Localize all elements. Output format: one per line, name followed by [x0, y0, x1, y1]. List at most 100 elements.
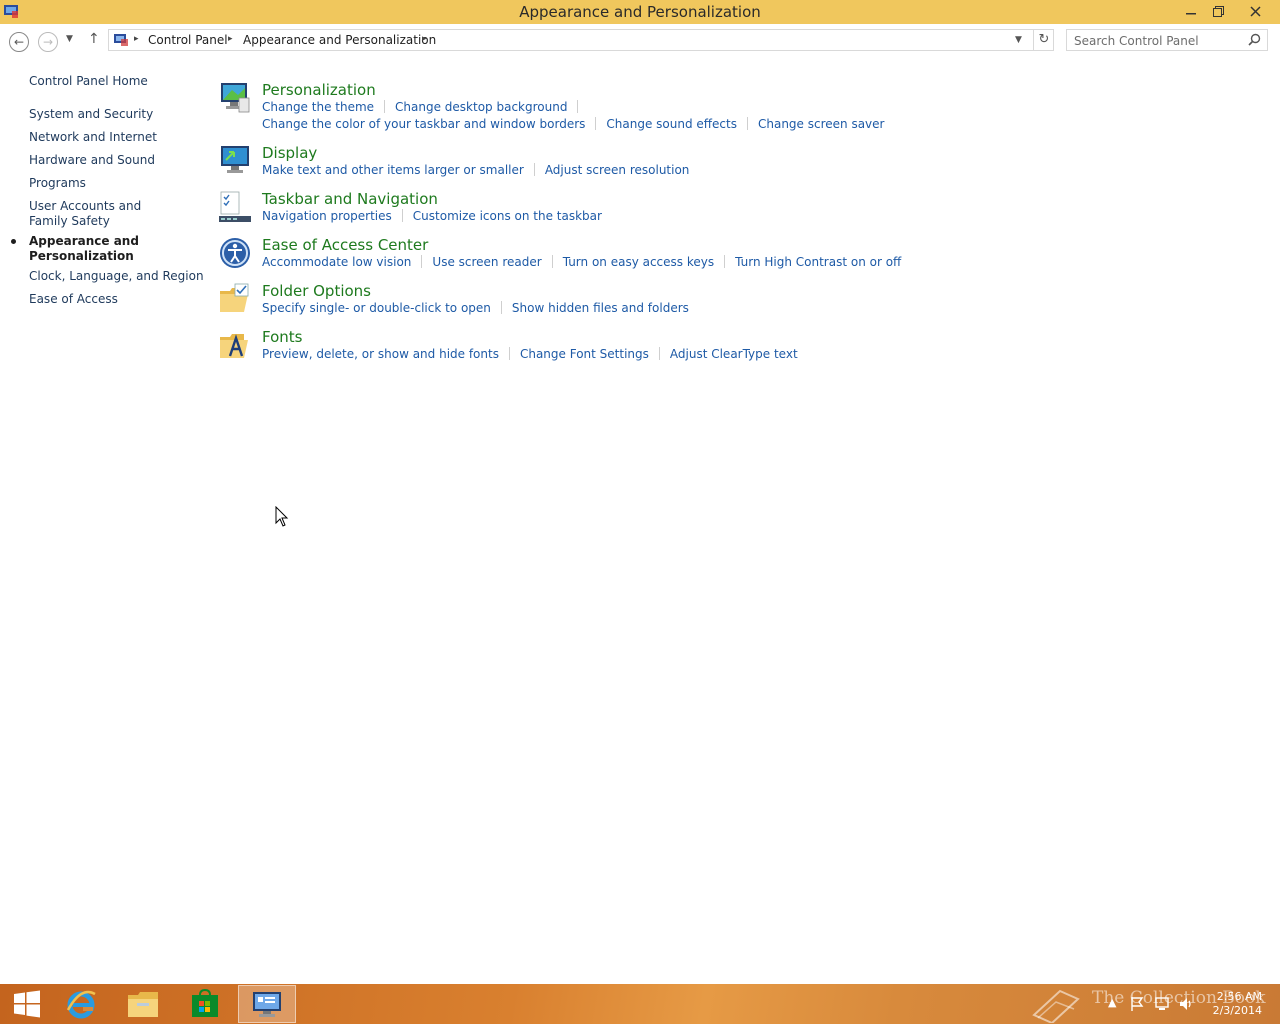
change-desktop-background-link[interactable]: Change desktop background — [395, 100, 567, 114]
link-row: Change the theme Change desktop backgroun… — [262, 100, 588, 114]
divider — [746, 117, 748, 130]
minimize-icon — [1186, 13, 1196, 15]
customize-icons-link[interactable]: Customize icons on the taskbar — [413, 209, 602, 223]
recent-locations-button[interactable]: ▼ — [66, 34, 73, 44]
current-page-bullet — [11, 239, 16, 244]
chevron-down-icon: ▼ — [66, 34, 73, 44]
restore-icon — [1212, 5, 1224, 17]
category-title[interactable]: Personalization — [262, 81, 376, 99]
back-button[interactable]: ← — [9, 32, 29, 52]
nav-hardware-and-sound[interactable]: Hardware and Sound — [29, 153, 155, 168]
windows-logo-icon — [14, 990, 40, 1018]
category-title[interactable]: Ease of Access Center — [262, 236, 428, 254]
nav-ease-of-access[interactable]: Ease of Access — [29, 292, 118, 307]
file-explorer-icon — [128, 992, 158, 1017]
divider — [500, 301, 502, 314]
book-watermark-icon — [1032, 989, 1080, 1023]
change-theme-link[interactable]: Change the theme — [262, 100, 374, 114]
nav-system-and-security[interactable]: System and Security — [29, 107, 153, 122]
search-box[interactable] — [1066, 29, 1268, 51]
volume-icon[interactable] — [1178, 996, 1194, 1012]
nav-network-and-internet[interactable]: Network and Internet — [29, 130, 157, 145]
change-sound-effects-link[interactable]: Change sound effects — [606, 117, 737, 131]
cleartype-link[interactable]: Adjust ClearType text — [670, 347, 798, 361]
show-hidden-files-link[interactable]: Show hidden files and folders — [512, 301, 689, 315]
link-row: Change the color of your taskbar and win… — [262, 117, 884, 131]
high-contrast-link[interactable]: Turn High Contrast on or off — [735, 255, 901, 269]
low-vision-link[interactable]: Accommodate low vision — [262, 255, 411, 269]
search-icon[interactable] — [1248, 33, 1261, 46]
divider — [401, 209, 403, 222]
category-title[interactable]: Fonts — [262, 328, 302, 346]
divider — [551, 255, 553, 268]
store-icon — [192, 989, 218, 1017]
show-hidden-icons-button[interactable]: ▲ — [1108, 996, 1116, 1036]
control-panel-taskbar-button[interactable] — [238, 985, 296, 1023]
font-settings-link[interactable]: Change Font Settings — [520, 347, 649, 361]
divider — [658, 347, 660, 360]
personalization-icon[interactable] — [218, 81, 252, 115]
divider — [577, 100, 579, 113]
address-bar[interactable]: ▸ Control Panel ▸ Appearance and Persona… — [108, 29, 1054, 51]
navigation-properties-link[interactable]: Navigation properties — [262, 209, 392, 223]
breadcrumb-separator-icon[interactable]: ▸ — [228, 34, 233, 44]
minimize-button[interactable] — [1178, 0, 1204, 22]
search-input[interactable] — [1067, 31, 1237, 51]
close-button[interactable] — [1240, 0, 1270, 22]
category-title[interactable]: Display — [262, 144, 317, 162]
clock-time: 2:56 AM — [1216, 990, 1262, 1003]
breadcrumb-separator-icon[interactable]: ▸ — [422, 34, 427, 44]
clock[interactable]: 2:56 AM 2/3/2014 — [1206, 990, 1262, 1018]
link-row: Preview, delete, or show and hide fonts C… — [262, 347, 798, 361]
category-title[interactable]: Taskbar and Navigation — [262, 190, 438, 208]
display-icon[interactable] — [218, 144, 252, 178]
taskbar-icon[interactable] — [218, 190, 252, 224]
change-screen-saver-link[interactable]: Change screen saver — [758, 117, 885, 131]
fonts-icon[interactable] — [218, 328, 252, 362]
store-button[interactable] — [178, 985, 232, 1023]
change-taskbar-color-link[interactable]: Change the color of your taskbar and win… — [262, 117, 585, 131]
easy-access-keys-link[interactable]: Turn on easy access keys — [563, 255, 714, 269]
adjust-resolution-link[interactable]: Adjust screen resolution — [545, 163, 690, 177]
divider — [533, 163, 535, 176]
ease-of-access-icon[interactable] — [218, 236, 252, 270]
nav-appearance-current: Appearance and Personalization — [29, 234, 139, 263]
nav-clock-language-region[interactable]: Clock, Language, and Region — [29, 269, 204, 284]
address-dropdown-icon[interactable]: ▼ — [1015, 35, 1022, 45]
text-size-link[interactable]: Make text and other items larger or smal… — [262, 163, 524, 177]
arrow-right-icon: → — [42, 35, 54, 49]
category-title[interactable]: Folder Options — [262, 282, 371, 300]
link-row: Specify single- or double-click to open S… — [262, 301, 689, 315]
link-row: Accommodate low vision Use screen reader T… — [262, 255, 901, 269]
breadcrumb-separator-icon[interactable]: ▸ — [134, 34, 139, 44]
refresh-button[interactable]: ↻ — [1033, 30, 1054, 50]
nav-user-accounts[interactable]: User Accounts and Family Safety — [29, 199, 179, 229]
divider — [595, 117, 597, 130]
title-bar: Appearance and Personalization — [0, 0, 1280, 24]
internet-explorer-icon — [66, 990, 96, 1019]
up-button[interactable]: ↑ — [88, 31, 100, 47]
action-center-flag-icon[interactable] — [1130, 996, 1144, 1012]
internet-explorer-button[interactable] — [54, 985, 108, 1023]
breadcrumb-appearance[interactable]: Appearance and Personalization — [243, 33, 436, 47]
close-icon — [1249, 5, 1261, 17]
window-title: Appearance and Personalization — [519, 3, 761, 21]
control-panel-home-link[interactable]: Control Panel Home — [29, 74, 148, 89]
screen-reader-link[interactable]: Use screen reader — [432, 255, 541, 269]
mouse-cursor-icon — [275, 506, 289, 527]
file-explorer-button[interactable] — [116, 985, 170, 1023]
start-button[interactable] — [0, 985, 54, 1023]
control-panel-icon — [253, 992, 281, 1017]
restore-button[interactable] — [1205, 0, 1231, 22]
link-row: Make text and other items larger or smal… — [262, 163, 689, 177]
chevron-up-icon: ▲ — [1108, 996, 1117, 1009]
preview-fonts-link[interactable]: Preview, delete, or show and hide fonts — [262, 347, 499, 361]
folder-options-icon[interactable] — [218, 282, 252, 316]
nav-programs[interactable]: Programs — [29, 176, 86, 191]
network-icon[interactable] — [1154, 996, 1170, 1012]
forward-button[interactable]: → — [38, 32, 58, 52]
breadcrumb-control-panel[interactable]: Control Panel — [148, 33, 228, 47]
single-double-click-link[interactable]: Specify single- or double-click to open — [262, 301, 491, 315]
link-row: Navigation properties Customize icons on … — [262, 209, 602, 223]
divider — [508, 347, 510, 360]
